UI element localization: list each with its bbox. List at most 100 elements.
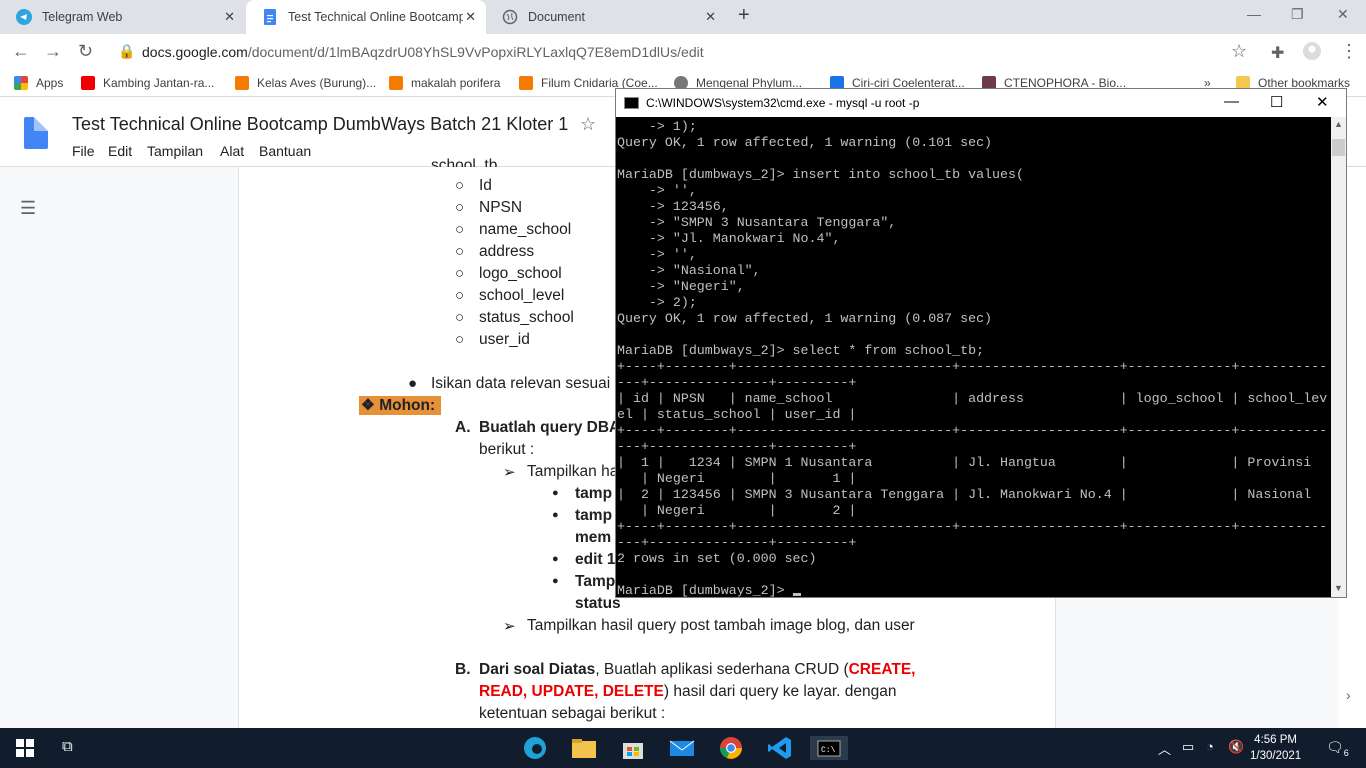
cmd-line	[617, 327, 1330, 343]
volume-muted-icon[interactable]: 🔇	[1228, 739, 1244, 755]
vscode-icon[interactable]	[767, 736, 793, 760]
arrow-bullet-icon: ➢	[503, 464, 516, 481]
close-icon[interactable]: ✕	[705, 9, 716, 25]
cmd-window[interactable]: C:\WINDOWS\system32\cmd.exe - mysql -u r…	[615, 88, 1347, 598]
menu-view[interactable]: Tampilan	[147, 143, 203, 159]
close-window-icon[interactable]: ✕	[1337, 6, 1349, 23]
url-host: docs.google.com	[142, 44, 248, 60]
sub-item: mem	[575, 529, 612, 546]
forward-icon[interactable]: →	[44, 41, 62, 62]
browser-toolbar: ← → ↻ 🔒 docs.google.com/document/d/1lmBA…	[0, 34, 1366, 70]
cmd-line: -> 2);	[617, 295, 697, 310]
sub-item: Tamp	[575, 573, 616, 590]
task-view-icon[interactable]: ⧉	[62, 738, 73, 755]
bullet-circle: ○	[455, 177, 465, 194]
clock-time: 4:56 PM	[1254, 734, 1297, 746]
tab-docs[interactable]: Test Technical Online Bootcamp D ✕	[246, 0, 486, 34]
tab-telegram[interactable]: Telegram Web ✕	[0, 0, 245, 34]
cmd-line: MariaDB [dumbways_2]>	[617, 583, 1330, 597]
new-tab-button[interactable]: +	[738, 4, 750, 27]
scrollbar-thumb[interactable]	[1332, 139, 1345, 156]
tab-document[interactable]: Document ✕	[486, 0, 726, 34]
wifi-icon[interactable]: ◔	[1206, 739, 1214, 754]
extensions-icon[interactable]: ✚	[1271, 43, 1284, 63]
close-icon[interactable]: ✕	[465, 9, 476, 25]
section-a-cont: berikut :	[479, 441, 535, 458]
bullet-dot: ●	[408, 375, 418, 392]
bullet-circle: ○	[455, 243, 465, 260]
close-icon[interactable]: ✕	[224, 9, 235, 25]
battery-icon[interactable]: ▭	[1182, 739, 1194, 755]
telegram-icon	[16, 9, 32, 25]
bullet-dot: ●	[552, 509, 559, 521]
mail-icon[interactable]	[669, 736, 695, 760]
windows-start-icon[interactable]	[16, 739, 34, 762]
restore-icon[interactable]: ❐	[1291, 6, 1304, 23]
notification-icon[interactable]: 🗨6	[1326, 739, 1349, 758]
b-text: , Buatlah aplikasi sederhana CRUD (	[595, 661, 849, 678]
outline-icon[interactable]: ☰	[20, 198, 36, 219]
menu-edit[interactable]: Edit	[108, 143, 132, 159]
store-icon[interactable]	[620, 736, 646, 760]
cmd-line: | Negeri | 1 |	[617, 471, 857, 486]
cmd-title-bar[interactable]: C:\WINDOWS\system32\cmd.exe - mysql -u r…	[616, 89, 1346, 117]
cmd-line: Query OK, 1 row affected, 1 warning (0.1…	[617, 135, 993, 150]
maximize-icon[interactable]: ☐	[1270, 93, 1283, 111]
blogger-icon	[519, 76, 533, 90]
scroll-up-icon[interactable]: ▲	[1334, 119, 1343, 129]
menu-tools[interactable]: Alat	[220, 143, 244, 159]
minimize-icon[interactable]: —	[1247, 6, 1261, 22]
apps-grid-icon	[14, 76, 28, 90]
cmd-line: -> "Nasional",	[617, 263, 761, 278]
list-heading: school_tb	[431, 157, 498, 167]
url-path: /document/d/1lmBAqzdrU08YhSL9VvPopxiRLYL…	[247, 44, 704, 60]
cmd-line: | Negeri | 2 |	[617, 503, 857, 518]
b-bold: Dari soal Diatas	[479, 661, 596, 678]
bookmark-item[interactable]: Kambing Jantan-ra...	[81, 76, 214, 90]
scroll-down-icon[interactable]: ▼	[1334, 583, 1343, 593]
bookmark-apps[interactable]: Apps	[14, 76, 63, 90]
star-icon[interactable]: ☆	[580, 114, 596, 135]
chevron-right-icon[interactable]: ›	[1346, 687, 1351, 703]
file-explorer-icon[interactable]	[571, 736, 597, 760]
chevron-up-icon[interactable]: ︿	[1158, 739, 1171, 758]
cmd-line: Query OK, 1 row affected, 1 warning (0.0…	[617, 311, 993, 326]
tampilkan-text: Tampilkan ha	[527, 463, 619, 480]
cmd-output[interactable]: -> 1); Query OK, 1 row affected, 1 warnin…	[616, 119, 1330, 597]
sub-item: tamp	[575, 485, 613, 502]
cmd-line: MariaDB [dumbways_2]> insert into school…	[617, 167, 1024, 182]
tab-strip: Telegram Web ✕ Test Technical Online Boo…	[0, 0, 1366, 34]
cmd-title: C:\WINDOWS\system32\cmd.exe - mysql -u r…	[646, 96, 920, 110]
reload-icon[interactable]: ↻	[78, 41, 93, 62]
menu-help[interactable]: Bantuan	[259, 143, 311, 159]
cmd-line: -> 1);	[617, 119, 697, 134]
section-a-text: Buatlah query DBA	[479, 419, 621, 436]
bookmark-item[interactable]: makalah porifera	[389, 76, 500, 90]
clock[interactable]: 4:56 PM 1/30/2021	[1250, 732, 1301, 764]
bookmark-label: Apps	[36, 76, 64, 90]
notification-count: 6	[1343, 747, 1349, 758]
cmd-taskbar-icon[interactable]: C:\	[810, 736, 848, 760]
cmd-line: | 2 | 123456 | SMPN 3 Nusantara Tenggara…	[617, 487, 1312, 502]
edge-icon[interactable]	[522, 736, 548, 760]
cmd-line: +----+--------+-------------------------…	[617, 423, 1328, 438]
bookmark-star-icon[interactable]: ☆	[1231, 41, 1247, 62]
field-item: school_level	[479, 287, 565, 304]
chrome-icon[interactable]	[718, 736, 744, 760]
profile-icon[interactable]	[1302, 41, 1322, 66]
cmd-line: | id | NPSN | name_school | address | lo…	[617, 391, 1328, 406]
address-bar[interactable]: docs.google.com/document/d/1lmBAqzdrU08Y…	[142, 44, 704, 60]
back-icon[interactable]: ←	[12, 41, 30, 62]
cmd-line: MariaDB [dumbways_2]> select * from scho…	[617, 343, 985, 358]
minimize-icon[interactable]: —	[1224, 93, 1239, 110]
menu-file[interactable]: File	[72, 143, 95, 159]
scrollbar[interactable]: ▲ ▼	[1331, 117, 1346, 597]
docs-icon	[262, 9, 278, 25]
close-icon[interactable]: ✕	[1316, 93, 1329, 111]
bullet-circle: ○	[455, 221, 465, 238]
docs-logo-icon[interactable]	[24, 117, 48, 149]
taskbar: ⧉ C:\ ︿ ▭ ◔ 🔇 4:56 PM 1/30/2021 🗨6	[0, 728, 1366, 768]
bookmark-item[interactable]: Kelas Aves (Burung)...	[235, 76, 376, 90]
menu-kebab-icon[interactable]: ⋮	[1340, 41, 1358, 62]
document-title[interactable]: Test Technical Online Bootcamp DumbWays …	[72, 114, 568, 135]
